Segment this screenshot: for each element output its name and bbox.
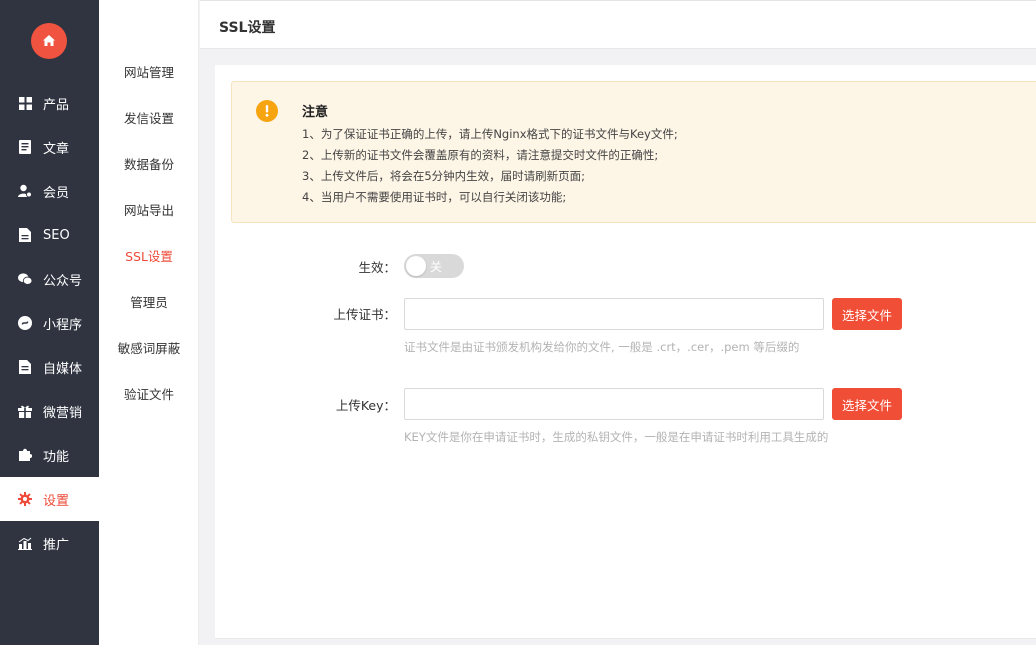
sidebar-item-label: 产品 bbox=[43, 97, 70, 113]
settings-submenu: 网站管理 发信设置 数据备份 网站导出 SSL设置 管理员 敏感词屏蔽 验证文件 bbox=[99, 0, 199, 645]
sidebar-item-label: 功能 bbox=[43, 449, 70, 465]
page-header: SSL设置 bbox=[200, 0, 1036, 49]
sidebar-item-label: SEO bbox=[43, 227, 70, 243]
sidebar-item-label: 公众号 bbox=[43, 273, 83, 289]
puzzle-icon bbox=[18, 448, 32, 462]
sidebar-item-wechat[interactable]: 公众号 bbox=[0, 257, 99, 301]
gear-icon bbox=[18, 492, 32, 506]
notice-box: 注意 1、为了保证证书正确的上传，请上传Nginx格式下的证书文件与Key文件;… bbox=[231, 81, 1036, 223]
cert-hint: 证书文件是由证书颁发机构发给你的文件, 一般是 .crt，.cer，.pem 等… bbox=[404, 340, 800, 354]
sidebar-item-label: 自媒体 bbox=[43, 361, 83, 377]
notice-title: 注意 bbox=[302, 105, 329, 120]
home-icon bbox=[43, 35, 55, 46]
main-sidebar: 产品 文章 会员 SEO 公众号 小程序 自媒体 微营销 功能 设置 推广 bbox=[0, 0, 99, 645]
submenu-item-data-backup[interactable]: 数据备份 bbox=[99, 154, 199, 173]
media-icon bbox=[18, 360, 32, 374]
sidebar-item-product[interactable]: 产品 bbox=[0, 81, 99, 125]
mini-program-icon bbox=[18, 316, 32, 330]
grid-icon bbox=[18, 96, 32, 110]
notice-line-3: 3、上传文件后，将会在5分钟内生效，届时请刷新页面; bbox=[302, 169, 586, 183]
notice-line-1: 1、为了保证证书正确的上传，请上传Nginx格式下的证书文件与Key文件; bbox=[302, 127, 678, 141]
home-logo[interactable] bbox=[31, 23, 67, 59]
sidebar-item-marketing[interactable]: 微营销 bbox=[0, 389, 99, 433]
key-label: 上传Key： bbox=[335, 398, 396, 413]
sidebar-item-seo[interactable]: SEO bbox=[0, 213, 99, 257]
toggle-knob bbox=[406, 256, 426, 276]
submenu-item-sensitive-words[interactable]: 敏感词屏蔽 bbox=[99, 338, 199, 357]
sidebar-item-function[interactable]: 功能 bbox=[0, 433, 99, 477]
sidebar-item-label: 会员 bbox=[43, 185, 70, 201]
gift-icon bbox=[18, 404, 32, 418]
enable-label: 生效： bbox=[358, 260, 396, 275]
sidebar-item-settings[interactable]: 设置 bbox=[0, 477, 99, 521]
sidebar-item-label: 微营销 bbox=[43, 405, 83, 421]
key-file-input[interactable] bbox=[404, 388, 824, 420]
panel-bottom-edge bbox=[215, 638, 1036, 645]
sidebar-item-label: 设置 bbox=[43, 493, 70, 509]
sidebar-item-member[interactable]: 会员 bbox=[0, 169, 99, 213]
warning-icon bbox=[256, 100, 278, 122]
sidebar-item-promotion[interactable]: 推广 bbox=[0, 521, 99, 565]
toggle-text: 关 bbox=[430, 260, 443, 274]
submenu-item-mail-settings[interactable]: 发信设置 bbox=[99, 108, 199, 127]
cert-choose-file-button[interactable]: 选择文件 bbox=[832, 298, 902, 330]
notice-line-4: 4、当用户不需要使用证书时，可以自行关闭该功能; bbox=[302, 190, 567, 204]
page-title: SSL设置 bbox=[219, 20, 276, 36]
sidebar-item-label: 文章 bbox=[43, 141, 70, 157]
sidebar-item-media[interactable]: 自媒体 bbox=[0, 345, 99, 389]
notice-line-2: 2、上传新的证书文件会覆盖原有的资料，请注意提交时文件的正确性; bbox=[302, 148, 659, 162]
sidebar-item-article[interactable]: 文章 bbox=[0, 125, 99, 169]
submenu-item-verify-file[interactable]: 验证文件 bbox=[99, 384, 199, 403]
document-icon bbox=[18, 140, 32, 154]
content-panel: 注意 1、为了保证证书正确的上传，请上传Nginx格式下的证书文件与Key文件;… bbox=[215, 65, 1036, 638]
file-icon bbox=[18, 228, 32, 242]
submenu-item-ssl-settings[interactable]: SSL设置 bbox=[99, 246, 199, 265]
enable-toggle[interactable]: 关 bbox=[404, 254, 464, 278]
cert-file-input[interactable] bbox=[404, 298, 824, 330]
submenu-item-admin[interactable]: 管理员 bbox=[99, 292, 199, 311]
key-choose-file-button[interactable]: 选择文件 bbox=[832, 388, 902, 420]
submenu-item-site-export[interactable]: 网站导出 bbox=[99, 200, 199, 219]
sidebar-item-mini-program[interactable]: 小程序 bbox=[0, 301, 99, 345]
sidebar-item-label: 小程序 bbox=[43, 317, 83, 333]
sidebar-item-label: 推广 bbox=[43, 537, 70, 553]
wechat-icon bbox=[18, 272, 32, 286]
submenu-item-site-management[interactable]: 网站管理 bbox=[99, 62, 199, 81]
chart-icon bbox=[18, 536, 32, 550]
cert-label: 上传证书： bbox=[333, 307, 396, 322]
user-icon bbox=[18, 184, 32, 198]
key-hint: KEY文件是你在申请证书时，生成的私钥文件，一般是在申请证书时利用工具生成的 bbox=[404, 430, 829, 444]
